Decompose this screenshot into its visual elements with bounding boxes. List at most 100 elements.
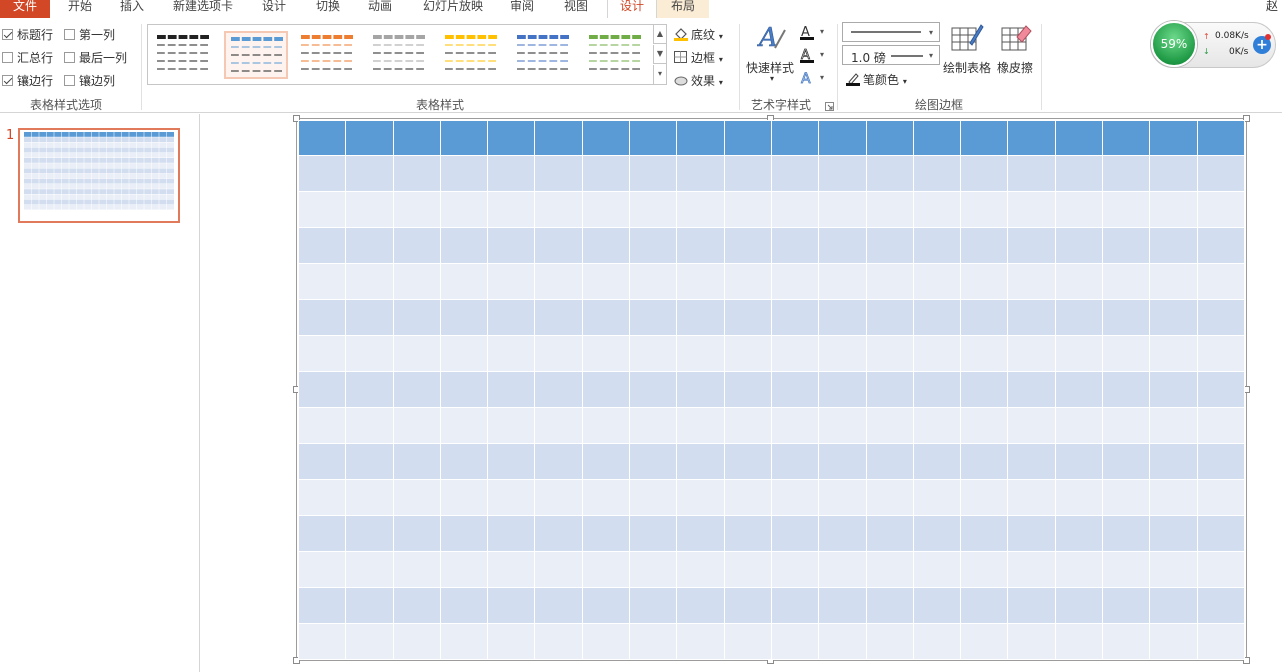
table-cell[interactable]: [865, 191, 914, 228]
table-cell[interactable]: [723, 335, 772, 372]
table-cell[interactable]: [770, 515, 820, 552]
text-outline-icon[interactable]: A ▾: [800, 47, 830, 66]
table-cell[interactable]: [770, 551, 820, 588]
slide-thumbnail[interactable]: [18, 128, 180, 223]
table-cell[interactable]: [960, 155, 1009, 192]
table-cell[interactable]: [1054, 155, 1104, 192]
table-cell[interactable]: [534, 299, 583, 336]
table-cell[interactable]: [865, 155, 914, 192]
table-cell[interactable]: [629, 120, 678, 156]
table-cell[interactable]: [1007, 120, 1056, 156]
table-cell[interactable]: [1007, 155, 1056, 192]
table-cell[interactable]: [676, 299, 725, 336]
table-cell[interactable]: [912, 263, 962, 300]
table-cell[interactable]: [487, 263, 536, 300]
checkbox-total-row[interactable]: 汇总行: [2, 49, 53, 66]
table-cell[interactable]: [912, 551, 962, 588]
table-cell[interactable]: [345, 155, 394, 192]
table-cell[interactable]: [439, 299, 489, 336]
effects-button[interactable]: 效果 ▾: [673, 72, 723, 89]
table-cell[interactable]: [581, 227, 631, 264]
table-cell[interactable]: [629, 191, 678, 228]
table-cell[interactable]: [1196, 407, 1246, 444]
table-cell[interactable]: [439, 191, 489, 228]
table-cell[interactable]: [1007, 551, 1056, 588]
table-cell[interactable]: [1054, 623, 1104, 660]
table-cell[interactable]: [723, 120, 772, 156]
table-style-option[interactable]: [440, 31, 504, 79]
table-cell[interactable]: [487, 551, 536, 588]
table-cell[interactable]: [534, 515, 583, 552]
table-cell[interactable]: [297, 120, 347, 156]
table-cell[interactable]: [770, 120, 820, 156]
table-cell[interactable]: [439, 120, 489, 156]
table-cell[interactable]: [960, 191, 1009, 228]
table-cell[interactable]: [676, 263, 725, 300]
table-cell[interactable]: [912, 335, 962, 372]
table-cell[interactable]: [439, 227, 489, 264]
table-cell[interactable]: [487, 587, 536, 624]
table-cell[interactable]: [1149, 551, 1198, 588]
table-cell[interactable]: [581, 407, 631, 444]
table-cell[interactable]: [392, 551, 441, 588]
table-cell[interactable]: [912, 479, 962, 516]
table-cell[interactable]: [1054, 443, 1104, 480]
table-cell[interactable]: [629, 623, 678, 660]
table-cell[interactable]: [960, 551, 1009, 588]
tab-animations[interactable]: 动画: [358, 0, 402, 18]
table-cell[interactable]: [487, 227, 536, 264]
table-cell[interactable]: [1102, 587, 1151, 624]
table-style-option[interactable]: [368, 31, 432, 79]
table-cell[interactable]: [345, 120, 394, 156]
table-cell[interactable]: [581, 120, 631, 156]
table-cell[interactable]: [581, 623, 631, 660]
table-cell[interactable]: [487, 515, 536, 552]
table-cell[interactable]: [392, 479, 441, 516]
table-cell[interactable]: [723, 407, 772, 444]
table-cell[interactable]: [912, 587, 962, 624]
table-cell[interactable]: [534, 191, 583, 228]
table-cell[interactable]: [534, 155, 583, 192]
table-cell[interactable]: [865, 120, 914, 156]
table-cell[interactable]: [865, 515, 914, 552]
draw-table-button[interactable]: 绘制表格: [943, 59, 991, 76]
table-cell[interactable]: [1196, 551, 1246, 588]
table-cell[interactable]: [1054, 515, 1104, 552]
table-cell[interactable]: [723, 515, 772, 552]
table-cell[interactable]: [581, 263, 631, 300]
table-cell[interactable]: [629, 443, 678, 480]
table-cell[interactable]: [723, 371, 772, 408]
table-cell[interactable]: [1054, 551, 1104, 588]
table-cell[interactable]: [392, 263, 441, 300]
table-cell[interactable]: [865, 263, 914, 300]
pen-style-dropdown[interactable]: ▾: [842, 22, 940, 42]
table-cell[interactable]: [1007, 515, 1056, 552]
table-cell[interactable]: [1054, 120, 1104, 156]
table-style-option[interactable]: [512, 31, 576, 79]
table-cell[interactable]: [1054, 335, 1104, 372]
table-cell[interactable]: [1196, 263, 1246, 300]
table-cell[interactable]: [1054, 479, 1104, 516]
table-cell[interactable]: [297, 155, 347, 192]
table-cell[interactable]: [1149, 191, 1198, 228]
table-cell[interactable]: [818, 227, 867, 264]
table-cell[interactable]: [534, 335, 583, 372]
checkbox-box[interactable]: [2, 52, 13, 63]
table-cell[interactable]: [723, 551, 772, 588]
table-cell[interactable]: [392, 587, 441, 624]
table-cell[interactable]: [1007, 335, 1056, 372]
table-cell[interactable]: [723, 155, 772, 192]
table-cell[interactable]: [487, 120, 536, 156]
table-cell[interactable]: [960, 587, 1009, 624]
table-cell[interactable]: [960, 515, 1009, 552]
table-cell[interactable]: [1054, 371, 1104, 408]
tab-review[interactable]: 审阅: [500, 0, 544, 18]
table-cell[interactable]: [1007, 299, 1056, 336]
table-cell[interactable]: [1196, 587, 1246, 624]
table-cell[interactable]: [345, 587, 394, 624]
table-cell[interactable]: [392, 515, 441, 552]
table-cell[interactable]: [1196, 515, 1246, 552]
table-cell[interactable]: [1196, 371, 1246, 408]
table-cell[interactable]: [1007, 371, 1056, 408]
table-cell[interactable]: [629, 263, 678, 300]
